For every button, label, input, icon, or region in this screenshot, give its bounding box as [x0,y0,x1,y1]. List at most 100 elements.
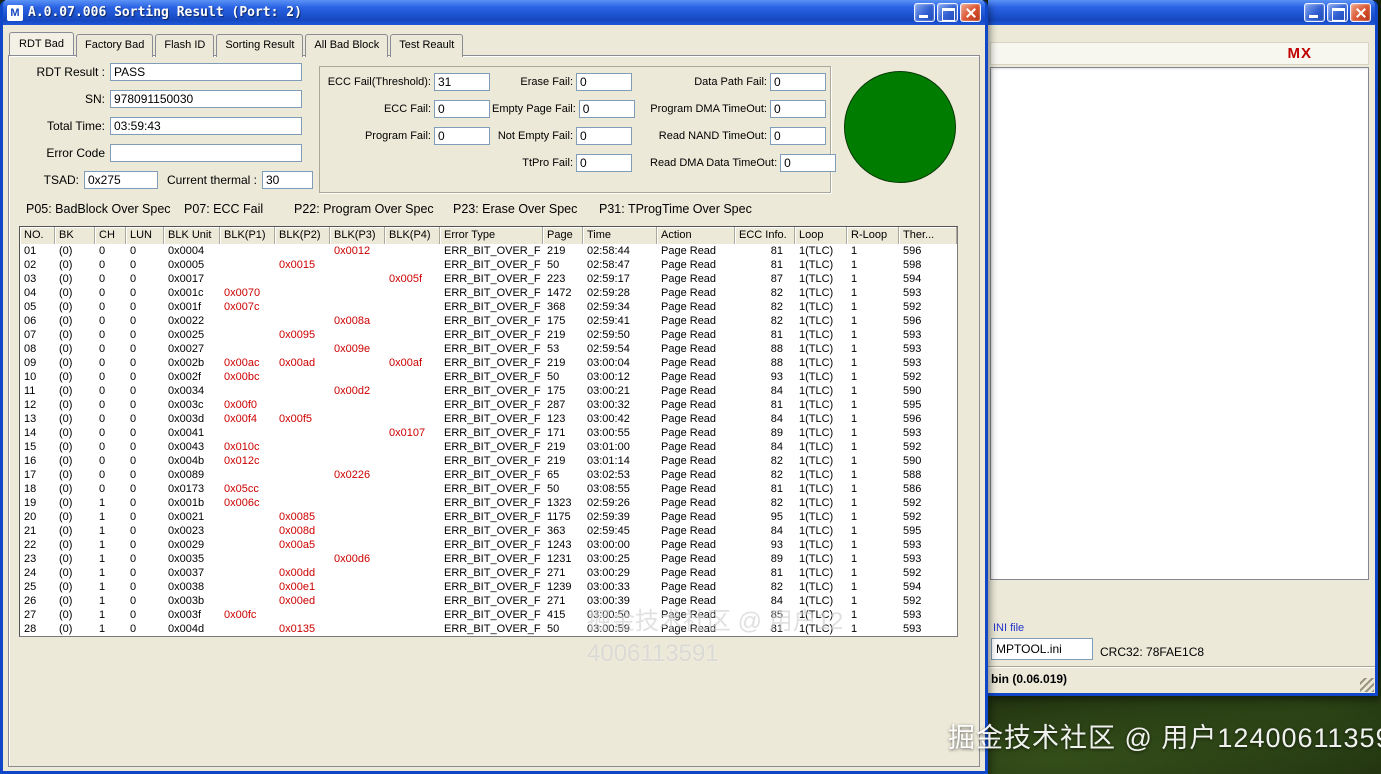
table-row[interactable]: 09 (0) 0 0 0x002b 0x00ac 0x00ad 0x00af ERR_BIT_O… [20,356,957,370]
column-header[interactable]: Page [543,227,583,244]
counter-input[interactable] [434,100,490,118]
table-cell: ERR_BIT_OVER_F [444,399,541,411]
pass-status-indicator [844,71,956,183]
table-cell: 0 [130,497,137,509]
table-row[interactable]: 08 (0) 0 0 0x0027 0x009e ERR_BIT_OVER_F 53 02:59… [20,342,957,356]
column-header[interactable]: Ther... [899,227,957,244]
table-row[interactable]: 02 (0) 0 0 0x0005 0x0015 ERR_BIT_OVER_F 50 02:58… [20,258,957,272]
table-cell: 0x0035 [168,553,205,565]
table-row[interactable]: 19 (0) 1 0 0x001b 0x006c ERR_BIT_OVER_F 1323 02:… [20,496,957,510]
table-cell: 82 [770,581,783,593]
table-row[interactable]: 01 (0) 0 0 0x0004 0x0012 ERR_BIT_OVER_F 219 02:5… [20,244,957,258]
table-cell: 50 [547,483,560,495]
table-row[interactable]: 27 (0) 1 0 0x003f 0x00fc ERR_BIT_OVER_F 415 03:0… [20,608,957,622]
table-row[interactable]: 28 (0) 1 0 0x004d 0x0135 ERR_BIT_OVER_F 50 03:00… [20,622,957,636]
table-row[interactable]: 05 (0) 0 0 0x001f 0x007c ERR_BIT_OVER_F 368 02:5… [20,300,957,314]
counter-input[interactable] [770,100,826,118]
table-cell [385,524,440,538]
counter-input[interactable] [576,73,632,91]
tab-test-reault[interactable]: Test Reault [390,34,464,57]
field-input[interactable] [110,144,302,162]
counter-input[interactable] [434,73,490,91]
table-row[interactable]: 13 (0) 0 0 0x003d 0x00f4 0x00f5 ERR_BIT_OVER_F 1… [20,412,957,426]
table-row[interactable]: 22 (0) 1 0 0x0029 0x00a5 ERR_BIT_OVER_F 1243 03:… [20,538,957,552]
maximize-button[interactable] [937,3,958,22]
tab-flash-id[interactable]: Flash ID [155,34,215,57]
table-row[interactable]: 15 (0) 0 0 0x0043 0x010c ERR_BIT_OVER_F 219 03:0… [20,440,957,454]
table-row[interactable]: 20 (0) 1 0 0x0021 0x0085 ERR_BIT_OVER_F 1175 02:… [20,510,957,524]
table-row[interactable]: 03 (0) 0 0 0x0017 0x005f ERR_BIT_OVER_F 223 02:5… [20,272,957,286]
column-header[interactable]: BLK(P4) [385,227,440,244]
field-input[interactable] [110,63,302,81]
tsad-input[interactable] [84,171,158,189]
table-cell: 586 [903,483,922,495]
column-header[interactable]: Time [583,227,657,244]
table-cell [275,314,330,328]
close-button[interactable] [960,3,981,22]
column-header[interactable]: Action [657,227,735,244]
table-row[interactable]: 21 (0) 1 0 0x0023 0x008d ERR_BIT_OVER_F 363 02:5… [20,524,957,538]
table-cell: (0) [59,273,73,285]
close-button[interactable] [1350,3,1371,22]
minimize-button[interactable] [914,3,935,22]
counter-input[interactable] [576,127,632,145]
tab-all-bad-block[interactable]: All Bad Block [305,34,389,57]
column-header[interactable]: BLK Unit [164,227,220,244]
table-cell: 219 [547,329,566,341]
counter-label: ECC Fail: [383,103,431,115]
counter-input[interactable] [434,127,490,145]
counter-input[interactable] [576,154,632,172]
counter-label: Erase Fail: [520,76,573,88]
minimize-button[interactable] [1304,3,1325,22]
column-header[interactable]: BLK(P1) [220,227,275,244]
table-cell: 50 [547,371,560,383]
table-cell: 0 [99,315,106,327]
counter-input[interactable] [578,100,635,118]
field-input[interactable] [110,117,302,135]
table-row[interactable]: 17 (0) 0 0 0x0089 0x0226 ERR_BIT_OVER_F 65 03:02… [20,468,957,482]
tab-rdt-bad[interactable]: RDT Bad [9,32,75,55]
table-cell [330,286,385,300]
column-header[interactable]: CH [95,227,126,244]
column-header[interactable]: BLK(P2) [275,227,330,244]
secondary-titlebar[interactable] [988,0,1375,25]
resize-grip[interactable] [1360,678,1374,692]
column-header[interactable]: LUN [126,227,164,244]
table-row[interactable]: 10 (0) 0 0 0x002f 0x00bc ERR_BIT_OVER_F 50 03:00… [20,370,957,384]
table-cell: 28 [24,623,37,635]
table-row[interactable]: 07 (0) 0 0 0x0025 0x0095 ERR_BIT_OVER_F 219 02:5… [20,328,957,342]
table-row[interactable]: 24 (0) 1 0 0x0037 0x00dd ERR_BIT_OVER_F 271 03:0… [20,566,957,580]
table-row[interactable]: 06 (0) 0 0 0x0022 0x008a ERR_BIT_OVER_F 175 02:5… [20,314,957,328]
field-input[interactable] [110,90,302,108]
tab-sorting-result[interactable]: Sorting Result [216,34,304,57]
table-row[interactable]: 18 (0) 0 0 0x0173 0x05cc ERR_BIT_OVER_F 50 03:08… [20,482,957,496]
counter-input[interactable] [780,154,837,172]
column-header[interactable]: BK [55,227,95,244]
table-row[interactable]: 12 (0) 0 0 0x003c 0x00f0 ERR_BIT_OVER_F 287 03:0… [20,398,957,412]
column-header[interactable]: Error Type [440,227,543,244]
table-cell: 0 [99,483,106,495]
column-header[interactable]: R-Loop [847,227,899,244]
current-thermal-input[interactable] [262,171,313,189]
column-header[interactable]: ECC Info. [735,227,795,244]
column-header[interactable]: Loop [795,227,847,244]
maximize-button[interactable] [1327,3,1348,22]
table-row[interactable]: 25 (0) 1 0 0x0038 0x00e1 ERR_BIT_OVER_F 1239 03:… [20,580,957,594]
table-row[interactable]: 16 (0) 0 0 0x004b 0x012c ERR_BIT_OVER_F 219 03:0… [20,454,957,468]
table-row[interactable]: 26 (0) 1 0 0x003b 0x00ed ERR_BIT_OVER_F 271 03:0… [20,594,957,608]
table-cell: 18 [24,483,37,495]
table-cell: 0 [130,469,137,481]
column-header[interactable]: NO. [20,227,55,244]
ini-file-input[interactable] [991,638,1093,660]
table-row[interactable]: 11 (0) 0 0 0x0034 0x00d2 ERR_BIT_OVER_F 175 03:0… [20,384,957,398]
main-titlebar[interactable]: M A.0.07.006 Sorting Result (Port: 2) [3,0,985,25]
table-row[interactable]: 23 (0) 1 0 0x0035 0x00d6 ERR_BIT_OVER_F 1231 03:… [20,552,957,566]
counter-input[interactable] [770,73,826,91]
table-cell: 0 [99,469,106,481]
table-row[interactable]: 04 (0) 0 0 0x001c 0x0070 ERR_BIT_OVER_F 1472 02:… [20,286,957,300]
counter-input[interactable] [770,127,826,145]
column-header[interactable]: BLK(P3) [330,227,385,244]
table-row[interactable]: 14 (0) 0 0 0x0041 0x0107 ERR_BIT_OVER_F 171 03:0… [20,426,957,440]
legend-item: P23: Erase Over Spec [453,202,578,216]
tab-factory-bad[interactable]: Factory Bad [76,34,154,57]
